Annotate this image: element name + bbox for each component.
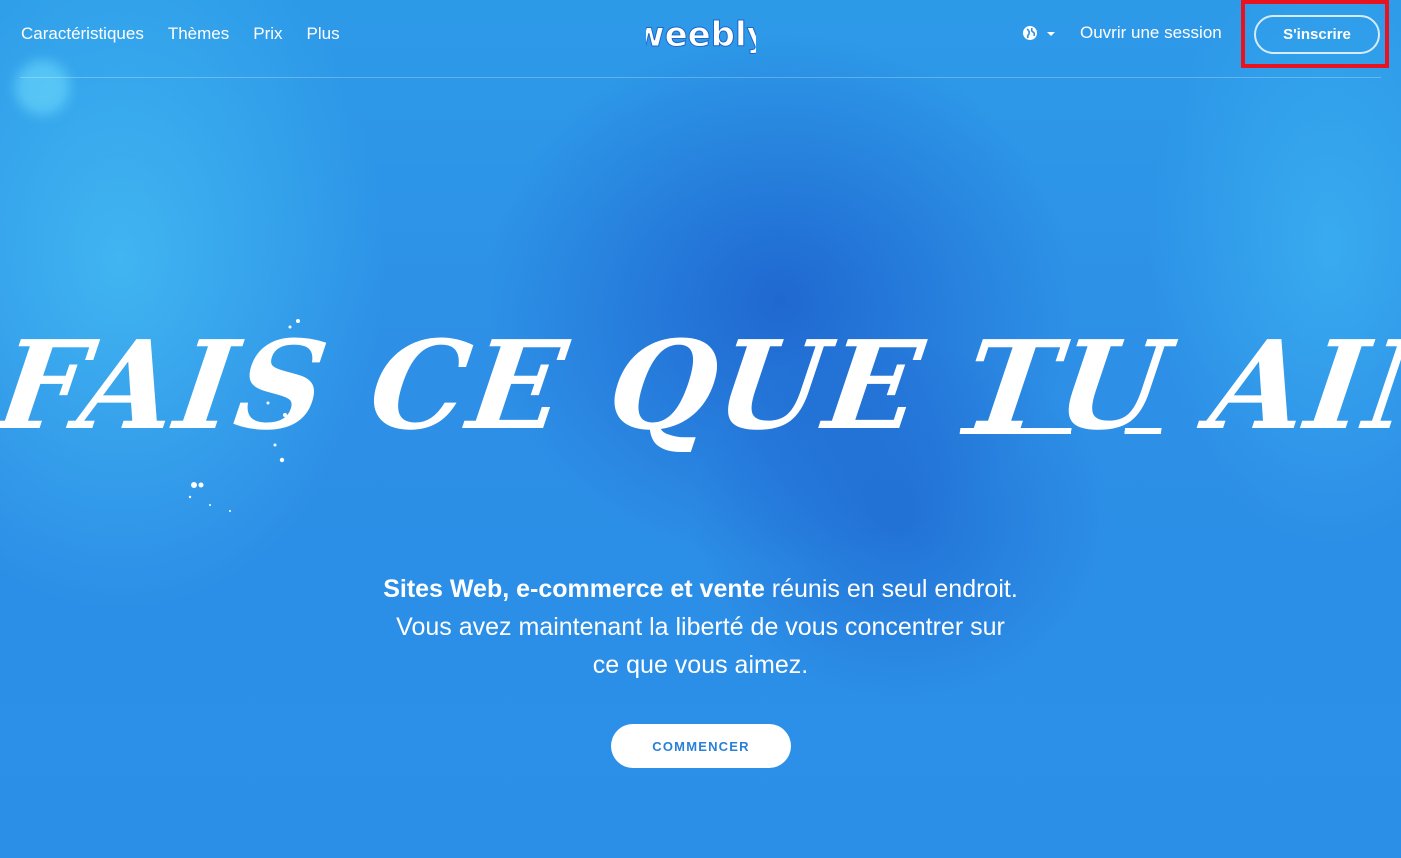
paint-splatter [188, 319, 300, 512]
nav-item-features[interactable]: Caractéristiques [21, 24, 144, 44]
logo-text: weebly [646, 15, 756, 55]
main-nav: Caractéristiques Thèmes Prix Plus [21, 24, 364, 44]
hero-tagline: Sites Web, e-commerce et vente réunis en… [380, 570, 1021, 684]
tagline-bold: Sites Web, e-commerce et vente [383, 575, 765, 603]
nav-item-pricing[interactable]: Prix [253, 24, 282, 44]
headline-part-1: FAIS CE QUE [0, 313, 977, 457]
login-link[interactable]: Ouvrir une session [1080, 23, 1222, 43]
get-started-button[interactable]: COMMENCER [611, 724, 791, 768]
headline-tu: TU [956, 313, 1178, 457]
nav-item-themes[interactable]: Thèmes [168, 24, 229, 44]
nav-item-more[interactable]: Plus [307, 24, 340, 44]
weebly-logo[interactable]: weebly [646, 12, 756, 58]
top-navigation: Caractéristiques Thèmes Prix Plus weebly… [20, 0, 1381, 78]
language-selector[interactable] [1021, 24, 1061, 44]
caret-down-icon [1047, 32, 1055, 36]
headline-part-2: AIMES [1202, 313, 1401, 457]
signup-highlight-box [1241, 0, 1389, 68]
globe-icon [1023, 26, 1037, 40]
